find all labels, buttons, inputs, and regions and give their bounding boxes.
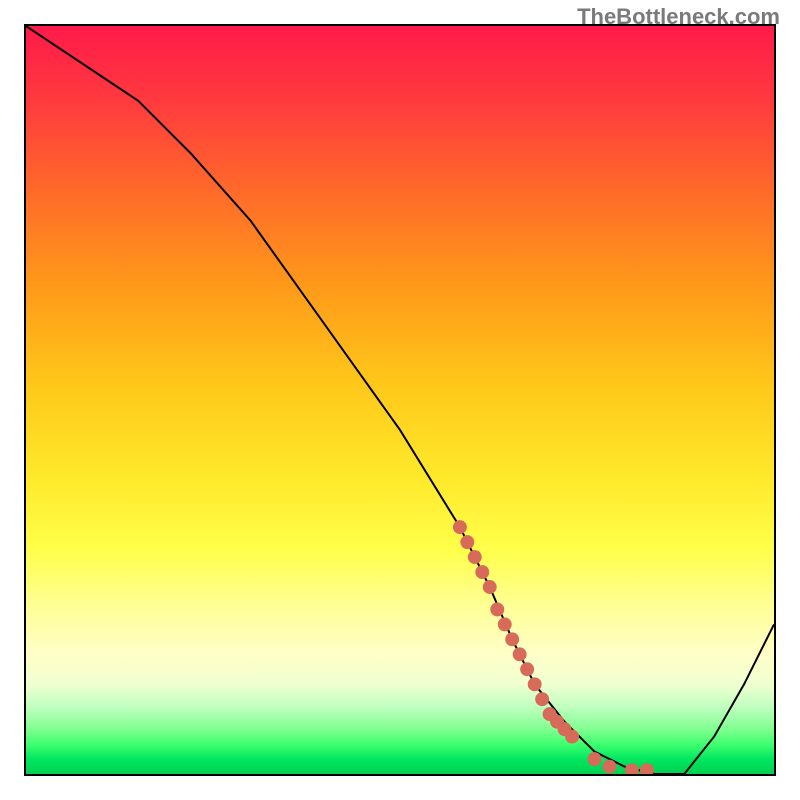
highlight-dot bbox=[565, 730, 579, 744]
highlight-dot bbox=[460, 535, 474, 549]
highlight-dots-group bbox=[453, 520, 654, 774]
highlight-dot bbox=[490, 603, 504, 617]
highlight-dot bbox=[513, 647, 527, 661]
highlight-dot bbox=[468, 550, 482, 564]
highlight-dot bbox=[587, 752, 601, 766]
highlight-dot bbox=[453, 520, 467, 534]
highlight-dot bbox=[625, 763, 639, 774]
highlight-dot bbox=[505, 632, 519, 646]
highlight-dot bbox=[520, 662, 534, 676]
chart-plot-area bbox=[24, 24, 776, 776]
highlight-dot bbox=[498, 617, 512, 631]
highlight-dot bbox=[535, 692, 549, 706]
watermark-text: TheBottleneck.com bbox=[577, 4, 780, 30]
chart-svg bbox=[26, 26, 774, 774]
highlight-dot bbox=[475, 565, 489, 579]
highlight-dot bbox=[528, 677, 542, 691]
highlight-dot bbox=[603, 760, 617, 774]
highlight-dot bbox=[483, 580, 497, 594]
bottleneck-curve-line bbox=[26, 26, 774, 774]
highlight-dot bbox=[640, 763, 654, 774]
